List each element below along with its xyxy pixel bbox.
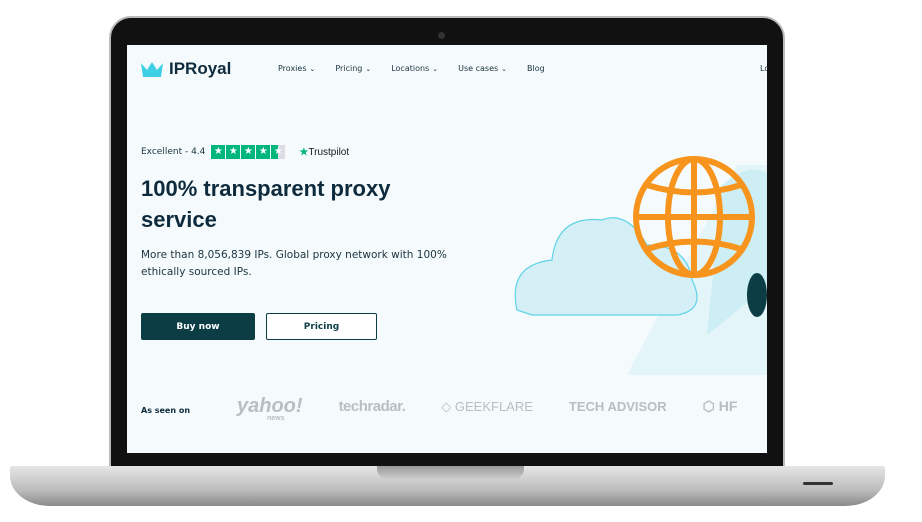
star-icon: ★ — [241, 145, 256, 159]
nav-blog[interactable]: Blog — [527, 64, 545, 73]
chevron-down-icon: ⌄ — [432, 65, 439, 73]
as-seen-on-label: As seen on — [141, 406, 191, 415]
webcam — [438, 32, 445, 39]
website-screen: IPRoyal Proxies ⌄ Pricing ⌄ Locations ⌄ Use… — [127, 45, 767, 453]
tech-advisor-logo: TECH ADVISOR — [568, 399, 667, 414]
star-icon: ★ — [256, 145, 271, 159]
login-link[interactable]: Lo — [760, 64, 767, 73]
globe-icon — [633, 156, 755, 278]
chevron-down-icon: ⌄ — [309, 65, 316, 73]
trustpilot-logo: ★Trustpilot — [299, 147, 349, 158]
logo[interactable]: IPRoyal — [141, 59, 231, 79]
nav-label: Use cases — [458, 64, 499, 73]
laptop-led — [803, 482, 833, 485]
provider-name: Trustpilot — [308, 146, 350, 158]
crown-icon — [141, 62, 163, 77]
laptop-notch — [377, 466, 524, 479]
rating-text: Excellent - 4.4 — [141, 147, 206, 157]
nav-pricing[interactable]: Pricing ⌄ — [335, 64, 371, 73]
hero-subtitle: More than 8,056,839 IPs. Global proxy ne… — [141, 249, 447, 278]
nav-label: Locations — [391, 64, 430, 73]
hero-title: 100% transparent proxy service — [141, 176, 391, 232]
chevron-down-icon: ⌄ — [501, 65, 508, 73]
pricing-button[interactable]: Pricing — [266, 313, 377, 340]
main-nav: Proxies ⌄ Pricing ⌄ Locations ⌄ Use cases ⌄ … — [278, 64, 545, 73]
techradar-logo: techradar. — [338, 398, 406, 415]
rating-stars: ★ ★ ★ ★ ★ — [211, 145, 286, 159]
nav-proxies[interactable]: Proxies ⌄ — [278, 64, 315, 73]
hf-logo: ⬡ HF — [702, 398, 738, 414]
nav-locations[interactable]: Locations ⌄ — [391, 64, 438, 73]
star-icon: ★ — [226, 145, 241, 159]
globe-cloud-illustration — [514, 156, 767, 375]
yahoo-logo: yahoo! news — [237, 395, 303, 422]
star-icon: ★ — [211, 145, 226, 159]
geekflare-logo: ◇ GEEKFLARE — [441, 398, 533, 414]
brand-name: IPRoyal — [169, 59, 232, 78]
trustpilot-rating[interactable]: Excellent - 4.4 ★ ★ ★ ★ ★ ★Trustpilot — [141, 145, 349, 159]
press-logos: yahoo! news techradar. ◇ GEEKFLARE TECH A… — [237, 395, 738, 422]
star-half-icon: ★ — [271, 145, 286, 159]
nav-label: Pricing — [335, 64, 363, 73]
nav-label: Blog — [527, 64, 545, 73]
chevron-down-icon: ⌄ — [365, 65, 372, 73]
buy-now-button[interactable]: Buy now — [141, 313, 255, 340]
nav-use-cases[interactable]: Use cases ⌄ — [458, 64, 507, 73]
nav-label: Proxies — [278, 64, 307, 73]
